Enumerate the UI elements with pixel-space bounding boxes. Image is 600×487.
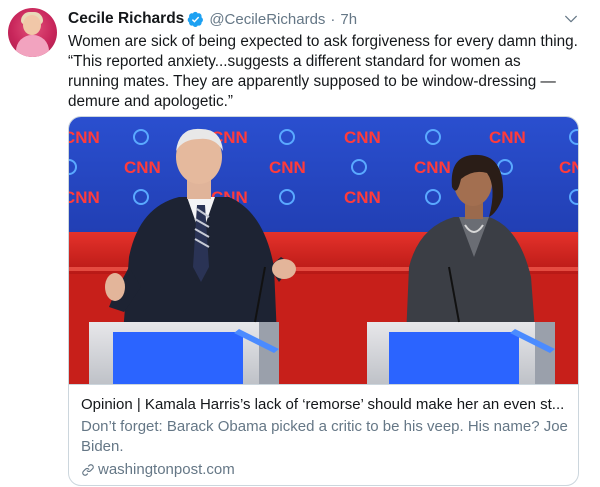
logo-text: CNN [344,128,381,147]
podium-left [89,322,279,384]
tweet-header: Cecile Richards @CecileRichards · 7h [68,9,357,29]
logo-text: CNN [489,128,526,147]
card-domain[interactable]: washingtonpost.com [81,460,568,480]
author-name[interactable]: Cecile Richards [68,10,184,28]
card-body[interactable]: Opinion | Kamala Harris’s lack of ‘remor… [69,384,578,485]
separator-dot: · [330,10,336,28]
tweet-text-line: “This reported anxiety...suggests a diff… [68,53,521,70]
tweet-text-line: Women are sick of being expected to ask … [68,33,578,50]
logo-text: CNN [124,158,161,177]
logo-text: CNN [69,188,100,207]
card-title[interactable]: Opinion | Kamala Harris’s lack of ‘remor… [81,395,568,415]
link-icon [82,464,94,476]
logo-text: CNN [414,158,451,177]
avatar[interactable] [8,8,57,57]
debate-stage-image: CNN CNN CNN CNN CNN CNN CNN CNN CNN CNN … [69,117,579,384]
author-handle[interactable]: @CecileRichards [209,11,325,28]
card-image[interactable]: CNN CNN CNN CNN CNN CNN CNN CNN CNN CNN … [69,117,579,384]
logo-text: CNN [344,188,381,207]
avatar-face [23,15,41,35]
tweet-text-line: demure and apologetic.” [68,93,233,110]
verified-badge-icon [188,11,204,27]
link-card[interactable]: CNN CNN CNN CNN CNN CNN CNN CNN CNN CNN … [68,116,579,486]
card-description: Don’t forget: Barack Obama picked a crit… [81,418,568,455]
chevron-down-icon[interactable] [563,11,579,27]
avatar-shoulders [16,35,49,57]
tweet-text: Women are sick of being expected to ask … [68,32,586,112]
tweet[interactable]: Cecile Richards @CecileRichards · 7h Wom… [0,0,600,487]
card-domain-text[interactable]: washingtonpost.com [98,460,235,480]
timestamp[interactable]: 7h [340,11,357,28]
tweet-text-line: running mates. They are apparently suppo… [68,73,556,90]
logo-text: CNN [559,158,579,177]
logo-text: CNN [69,128,100,147]
podium-right [367,322,555,384]
logo-text: CNN [269,158,306,177]
